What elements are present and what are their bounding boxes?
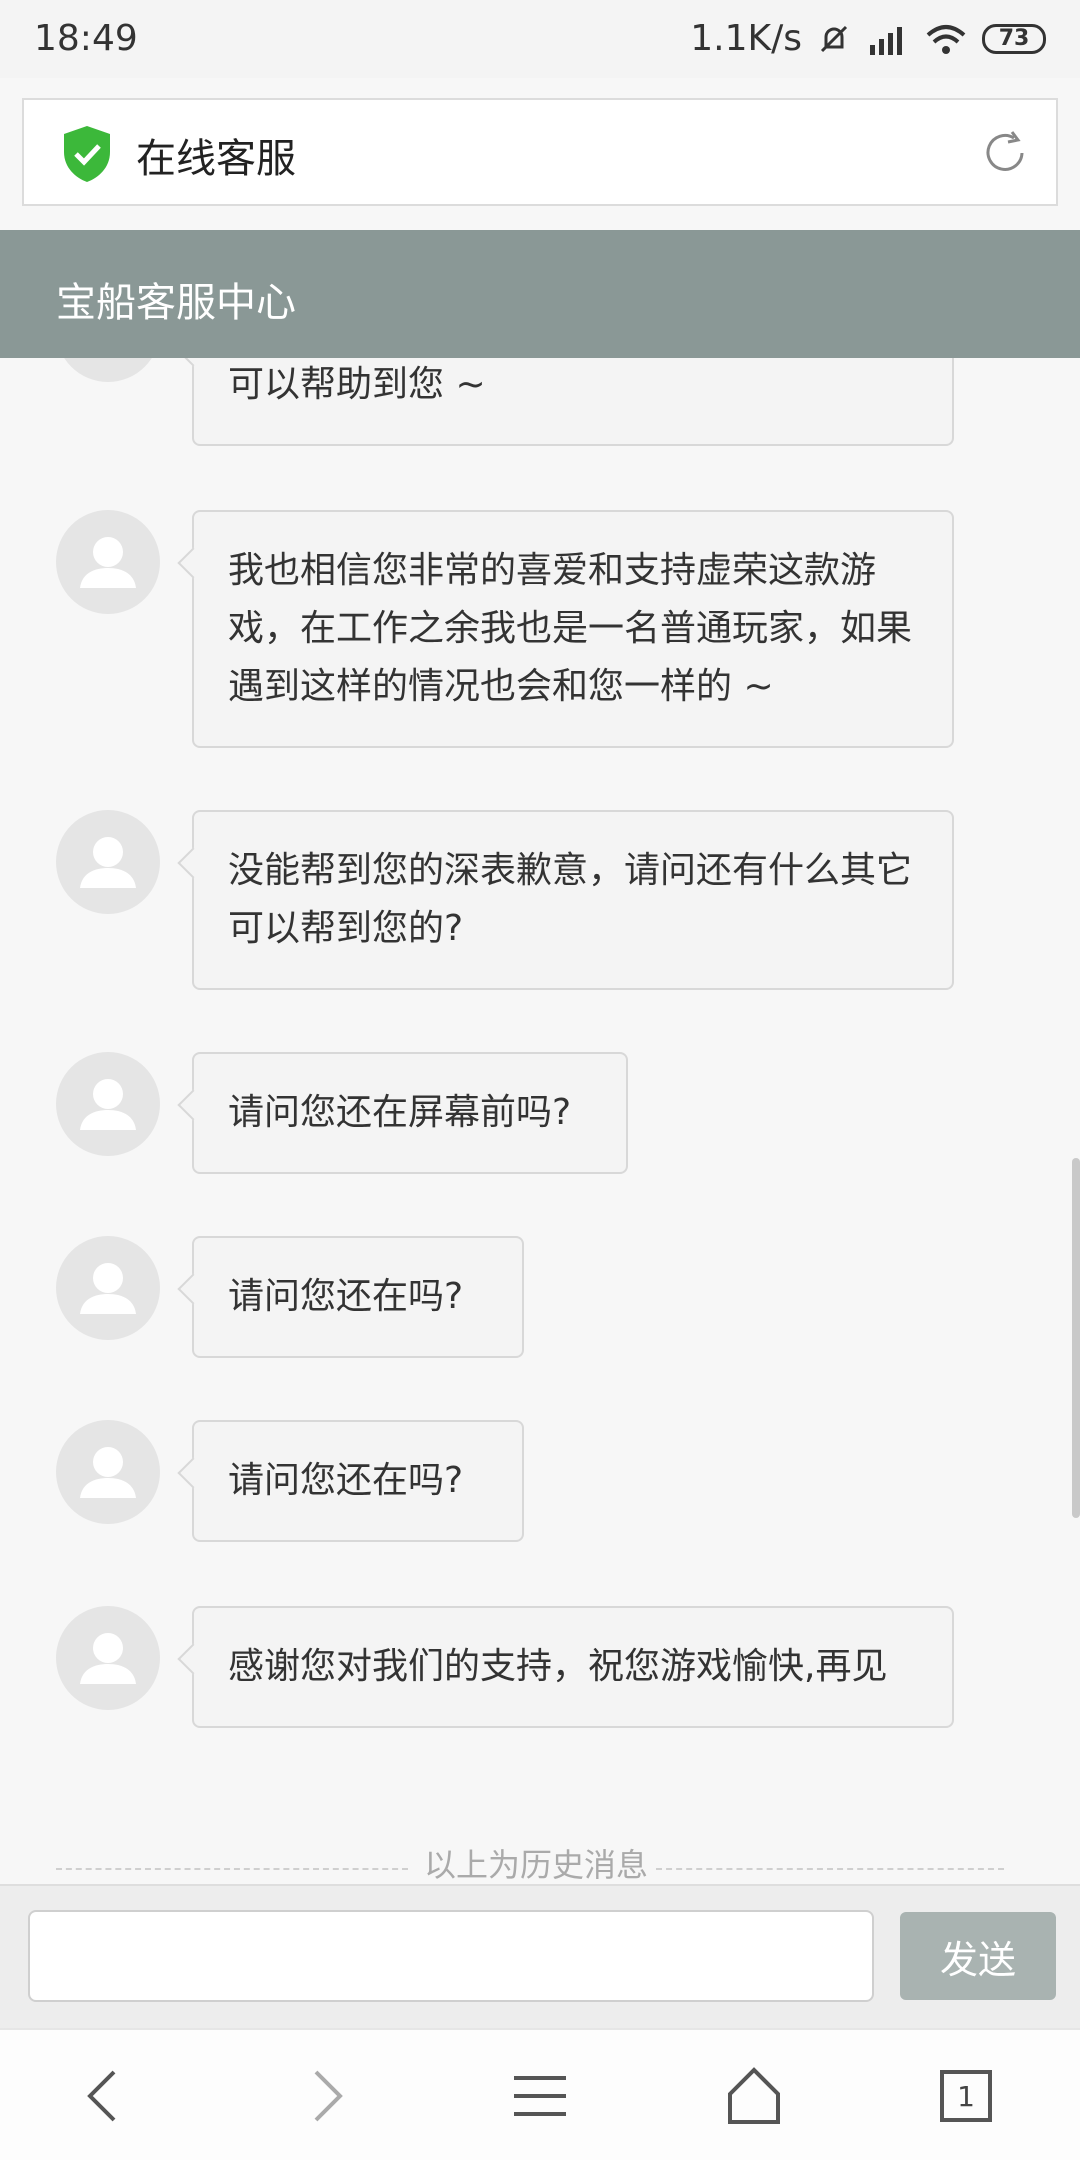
message-bubble: 没能帮到您的深表歉意，请问还有什么其它可以帮到您的?	[192, 810, 954, 990]
scrollbar[interactable]	[1072, 1158, 1080, 1518]
message-bubble: 请问您还在屏幕前吗?	[192, 1052, 628, 1174]
message-bubble: 可以帮助到您 ~	[192, 358, 954, 446]
shield-check-icon	[64, 126, 110, 182]
message-bubble: 感谢您对我们的支持，祝您游戏愉快,再见	[192, 1606, 954, 1728]
tabs-icon[interactable]: 1	[940, 2070, 992, 2122]
avatar	[56, 810, 160, 914]
message-composer: 发送	[0, 1884, 1080, 2028]
user-icon	[80, 1079, 136, 1130]
user-icon	[80, 537, 136, 588]
battery-indicator: 73	[982, 23, 1046, 54]
avatar	[56, 358, 160, 382]
message-bubble: 请问您还在吗?	[192, 1236, 524, 1358]
reload-icon[interactable]	[978, 126, 1032, 180]
send-button[interactable]: 发送	[900, 1912, 1056, 2000]
divider-line-left	[56, 1868, 408, 1870]
message-bubble: 请问您还在吗?	[192, 1420, 524, 1542]
avatar	[56, 1606, 160, 1710]
status-bar: 18:49 1.1K/s 73	[0, 0, 1080, 78]
avatar	[56, 1420, 160, 1524]
message-bubble: 我也相信您非常的喜爱和支持虚荣这款游戏，在工作之余我也是一名普通玩家，如果遇到这…	[192, 510, 954, 748]
wifi-icon	[926, 24, 966, 54]
avatar	[56, 1052, 160, 1156]
chat-history[interactable]: 可以帮助到您 ~ 我也相信您非常的喜爱和支持虚荣这款游戏，在工作之余我也是一名普…	[0, 358, 1080, 1884]
user-icon	[80, 837, 136, 888]
service-center-header: 宝船客服中心	[0, 230, 1080, 358]
forward-icon[interactable]	[292, 2064, 356, 2128]
browser-title-bar: 在线客服	[22, 98, 1058, 206]
clock: 18:49	[34, 18, 138, 59]
avatar	[56, 1236, 160, 1340]
avatar	[56, 510, 160, 614]
browser-bottom-nav: 1	[0, 2028, 1080, 2160]
tabs-count: 1	[957, 2079, 975, 2113]
page-title: 在线客服	[136, 136, 296, 182]
signal-icon	[870, 26, 902, 55]
status-icons: 1.1K/s 73	[690, 18, 1046, 59]
user-icon	[80, 1633, 136, 1684]
mute-icon	[820, 25, 848, 52]
user-icon	[80, 1447, 136, 1498]
history-label: 以上为历史消息	[416, 1840, 657, 1886]
user-icon	[80, 1263, 136, 1314]
menu-icon[interactable]	[508, 2064, 572, 2128]
home-icon[interactable]	[722, 2064, 786, 2128]
divider-line-right	[656, 1868, 1004, 1870]
header-title: 宝船客服中心	[56, 280, 296, 326]
history-divider: 以上为历史消息	[56, 1840, 1004, 1886]
message-input[interactable]	[28, 1910, 874, 2002]
back-icon[interactable]	[74, 2064, 138, 2128]
network-speed: 1.1K/s	[690, 18, 802, 59]
